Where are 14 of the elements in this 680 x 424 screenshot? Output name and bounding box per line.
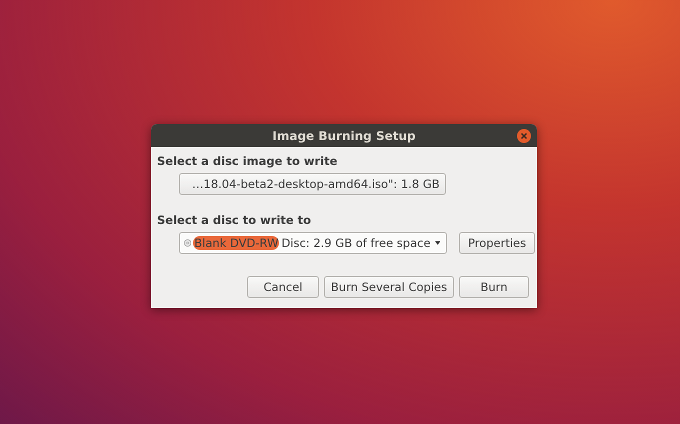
properties-button[interactable]: Properties [459, 232, 536, 254]
disc-dropdown[interactable]: Blank DVD-RW Disc: 2.9 GB of free space [179, 232, 447, 254]
dialog-button[interactable]: Burn [459, 276, 529, 298]
file-chooser-button[interactable]: …18.04-beta2-desktop-amd64.iso": 1.8 GB [179, 173, 446, 195]
dropdown-arrow-icon [434, 240, 440, 246]
window-title: Image Burning Setup [272, 128, 416, 142]
dialog-button[interactable]: Cancel [247, 276, 319, 298]
close-icon[interactable] [517, 129, 531, 143]
section-label: Select a disc image to write [157, 154, 338, 168]
disc-text: Disc: 2.9 GB of free space [281, 236, 431, 250]
dialog-button[interactable]: Burn Several Copies [324, 276, 454, 298]
highlighted-text: Blank DVD-RW [193, 236, 280, 250]
section-label: Select a disc to write to [157, 213, 312, 227]
disc-icon [184, 237, 192, 249]
